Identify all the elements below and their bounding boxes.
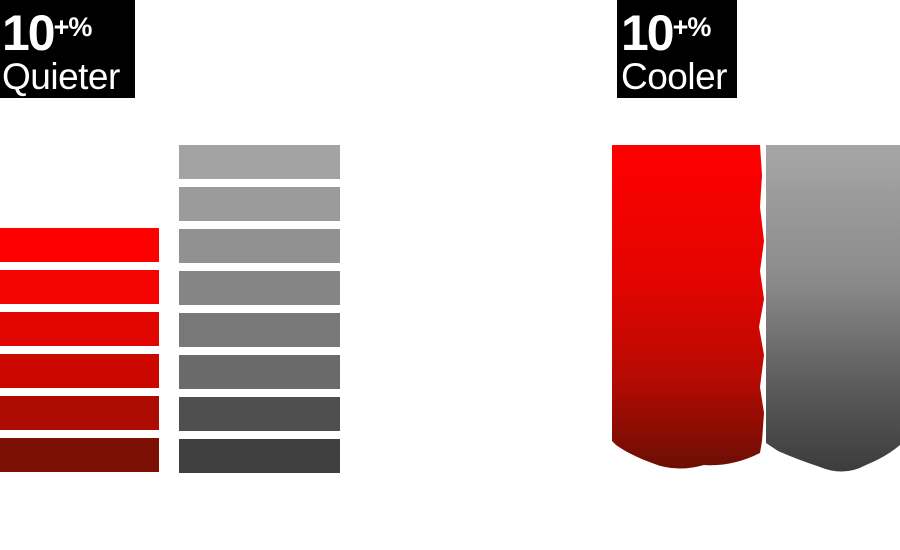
badge-quieter-number: 10+% bbox=[0, 0, 135, 58]
bar-segment-grey-2 bbox=[179, 187, 340, 221]
bar-segment-grey-8 bbox=[179, 439, 340, 473]
badge-cooler: 10+% Cooler bbox=[617, 0, 737, 98]
infographic-canvas: 10+% Quieter 10+% Cooler bbox=[0, 0, 900, 550]
split-column-graphic bbox=[612, 145, 900, 475]
bar-segment-grey-7 bbox=[179, 397, 340, 431]
bar-segment-grey-6 bbox=[179, 355, 340, 389]
bar-segment-red-1 bbox=[0, 228, 159, 262]
bar-segment-grey-4 bbox=[179, 271, 340, 305]
bar-segment-grey-3 bbox=[179, 229, 340, 263]
bar-segment-grey-1 bbox=[179, 145, 340, 179]
bar-stack-grey bbox=[179, 145, 340, 473]
badge-cooler-number-value: 10 bbox=[621, 5, 675, 61]
badge-quieter-number-value: 10 bbox=[2, 5, 56, 61]
red-column-shape bbox=[612, 145, 764, 469]
bar-segment-red-4 bbox=[0, 354, 159, 388]
split-column-red-half bbox=[612, 145, 764, 475]
bar-segment-red-2 bbox=[0, 270, 159, 304]
grey-column-shape bbox=[766, 145, 900, 472]
bar-segment-grey-5 bbox=[179, 313, 340, 347]
badge-quieter-caption: Quieter bbox=[2, 56, 120, 97]
split-column-grey-half bbox=[762, 145, 900, 475]
bar-stack-red bbox=[0, 228, 159, 472]
badge-cooler-number: 10+% bbox=[617, 0, 737, 58]
bar-segment-red-6 bbox=[0, 438, 159, 472]
badge-quieter-superscript: +% bbox=[53, 12, 93, 42]
bar-segment-red-3 bbox=[0, 312, 159, 346]
badge-quieter: 10+% Quieter bbox=[0, 0, 135, 98]
badge-cooler-caption: Cooler bbox=[621, 56, 728, 97]
bar-segment-red-5 bbox=[0, 396, 159, 430]
badge-cooler-superscript: +% bbox=[672, 12, 712, 42]
